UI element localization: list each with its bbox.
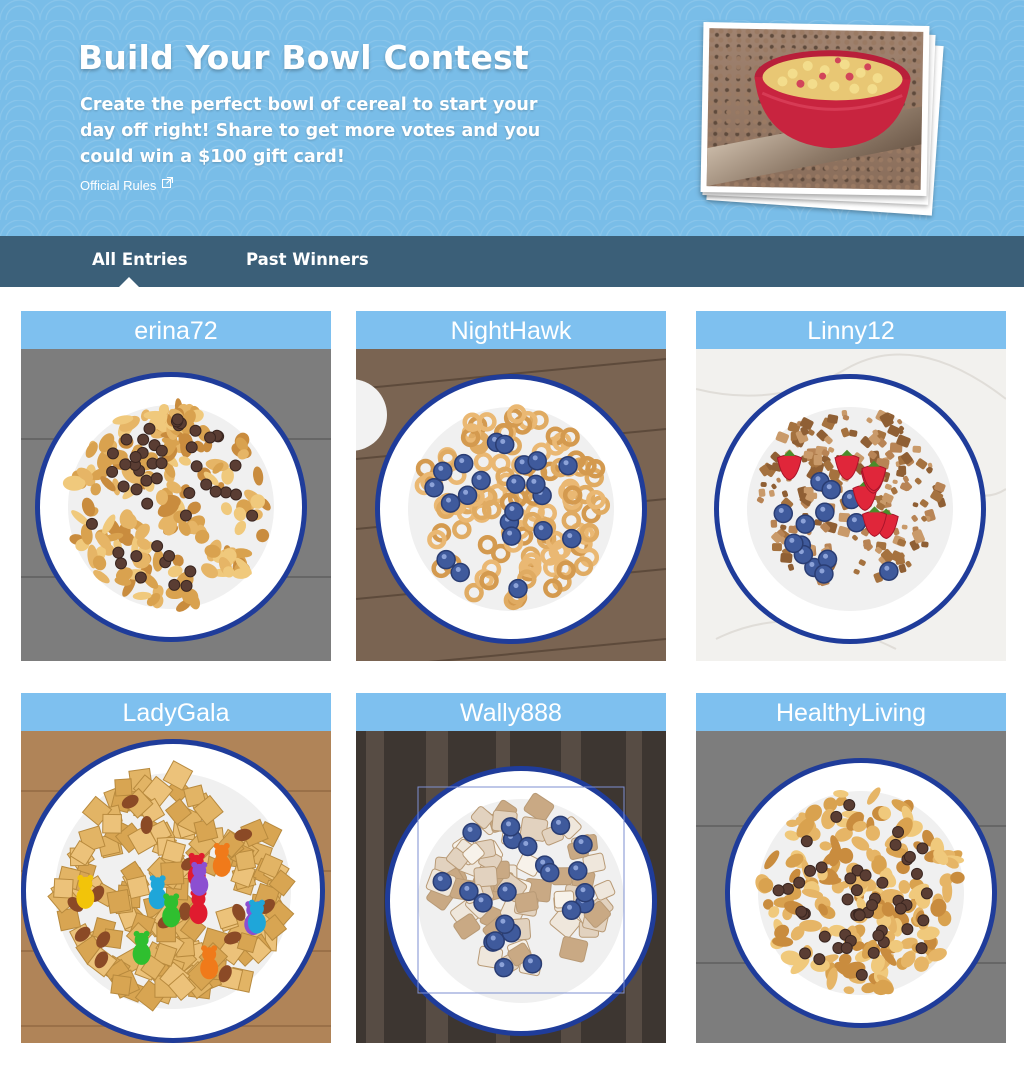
active-tab-indicator <box>119 277 139 287</box>
entry-username: HealthyLiving <box>696 693 1006 731</box>
featured-bowl-photo <box>694 16 944 216</box>
entry-bowl-image <box>21 349 331 661</box>
official-rules-link[interactable]: Official Rules <box>80 177 173 193</box>
entry-username: NightHawk <box>356 311 666 349</box>
entry-card-erina72[interactable]: erina72 <box>21 311 331 661</box>
contest-hero-banner: Build Your Bowl Contest Create the perfe… <box>0 0 1024 236</box>
photo-stack-front <box>700 22 930 196</box>
entry-username: LadyGala <box>21 693 331 731</box>
entry-card-healthyliving[interactable]: HealthyLiving <box>696 693 1006 1043</box>
entry-bowl-image <box>21 731 331 1043</box>
entry-bowl-image <box>696 349 1006 661</box>
tab-all-entries[interactable]: All Entries <box>92 250 188 269</box>
entry-username: erina72 <box>21 311 331 349</box>
red-cereal-bowl <box>754 50 911 149</box>
contest-tab-bar: All Entries Past Winners <box>0 236 1024 287</box>
entry-card-wally888[interactable]: Wally888 <box>356 693 666 1043</box>
official-rules-label: Official Rules <box>80 178 157 193</box>
entry-card-ladygala[interactable]: LadyGala <box>21 693 331 1043</box>
entry-bowl-image <box>356 349 666 661</box>
entry-username: Wally888 <box>356 693 666 731</box>
entry-bowl-image <box>356 731 666 1043</box>
entry-card-linny12[interactable]: Linny12 <box>696 311 1006 661</box>
entry-card-nighthawk[interactable]: NightHawk <box>356 311 666 661</box>
entry-bowl-image <box>696 731 1006 1043</box>
external-link-icon <box>161 177 173 188</box>
tab-past-winners[interactable]: Past Winners <box>246 250 369 269</box>
contest-description: Create the perfect bowl of cereal to sta… <box>80 95 541 167</box>
entry-username: Linny12 <box>696 311 1006 349</box>
contest-title: Build Your Bowl Contest <box>78 38 529 77</box>
